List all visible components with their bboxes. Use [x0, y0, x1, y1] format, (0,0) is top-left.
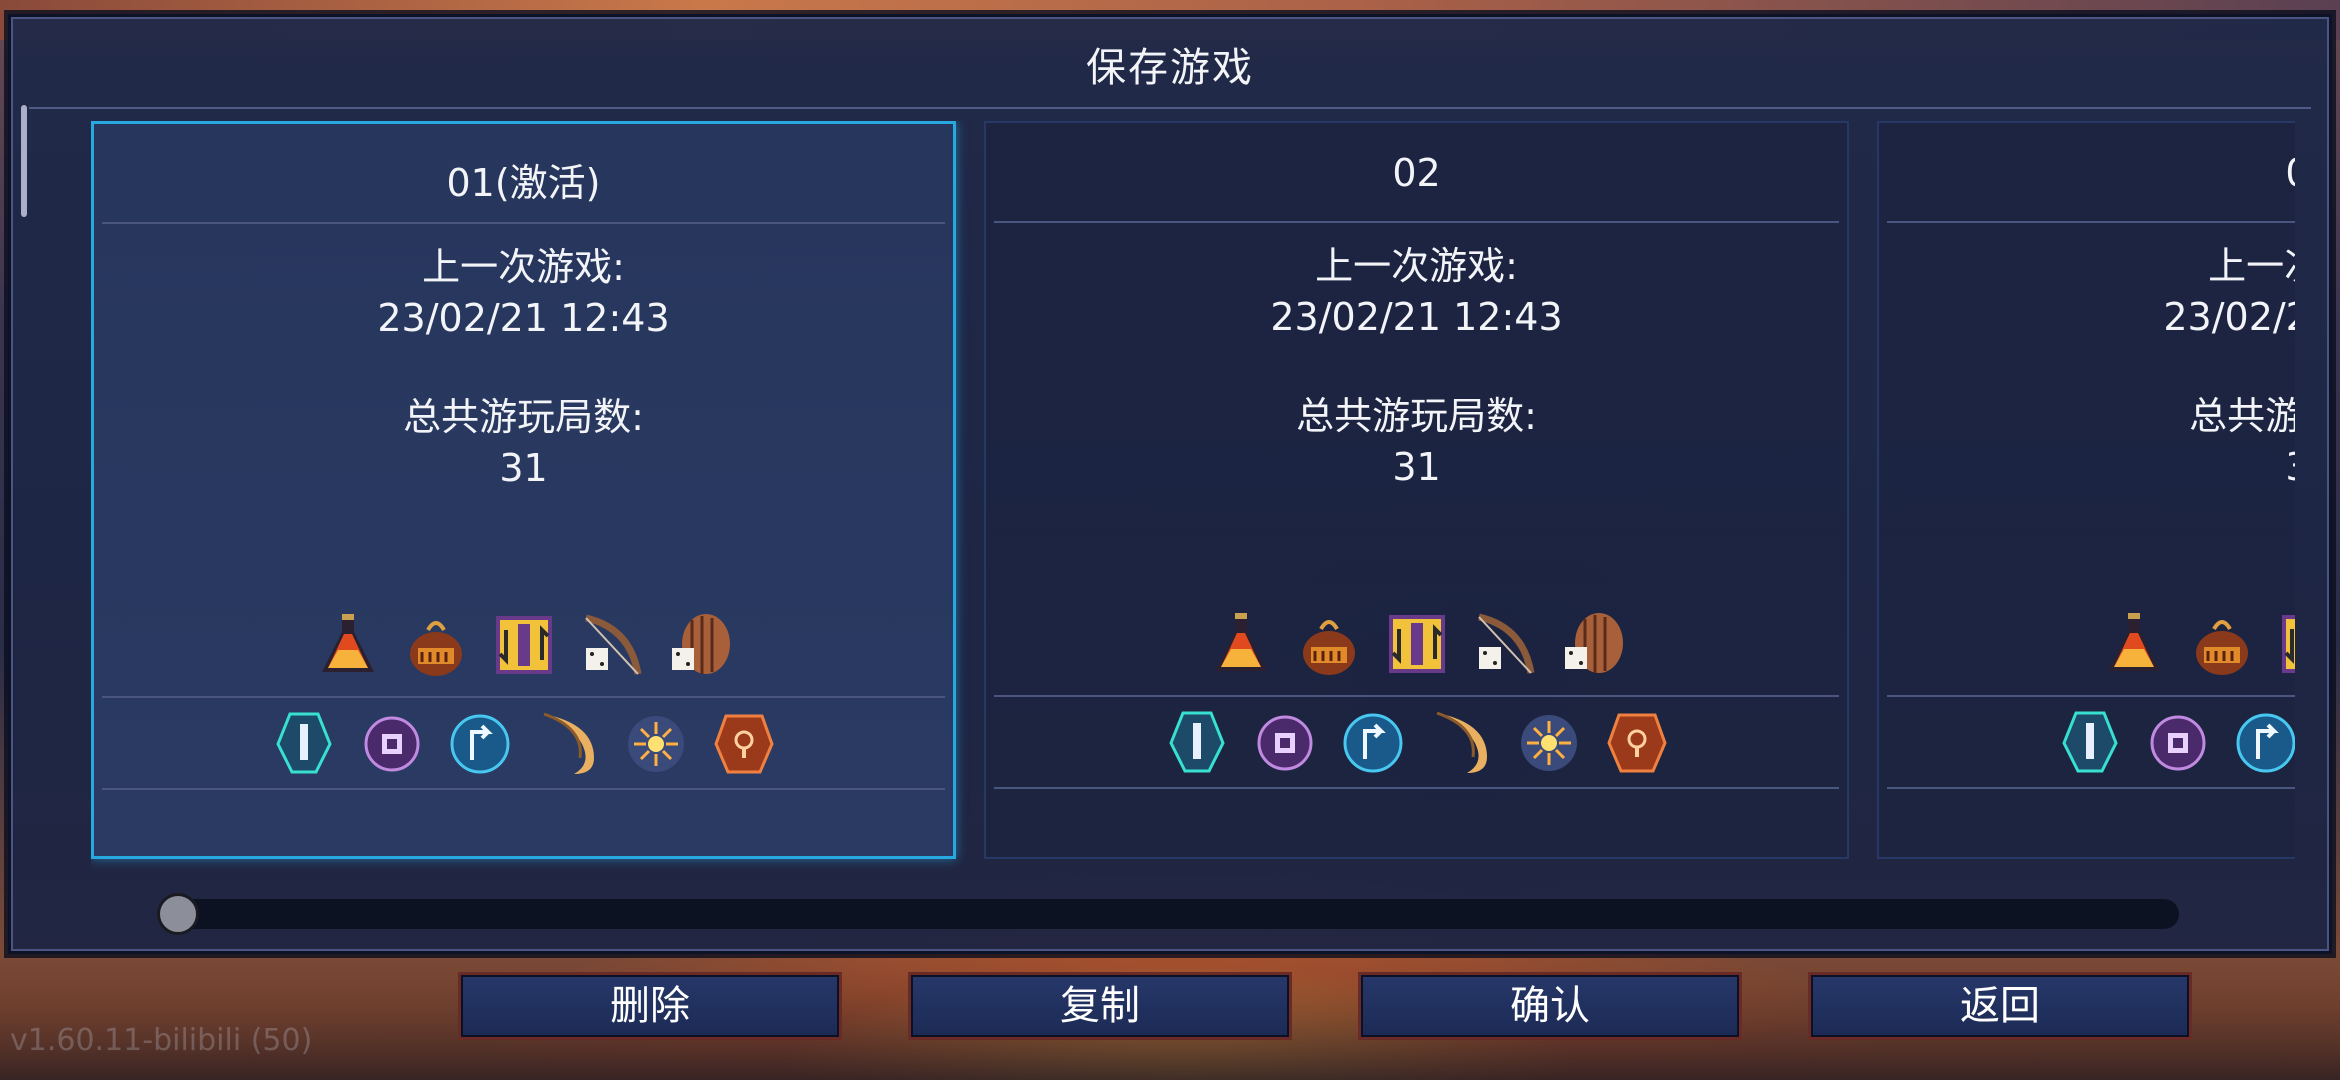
- slot-divider: [994, 695, 1839, 697]
- sun-orb-icon: [627, 716, 684, 772]
- save-game-dialog: 保存游戏 01(激活) 上一次游戏: 23/02/21 12:43 总共游玩局数…: [8, 14, 2332, 954]
- last-played-value: 23/02/21 12:43: [377, 296, 670, 340]
- bag-icon: [1302, 620, 1355, 675]
- purple-rune-icon: [364, 716, 419, 772]
- slot-divider: [1887, 787, 2295, 789]
- dialog-title: 保存游戏: [1086, 45, 1254, 91]
- cyan-rune-icon: [275, 712, 332, 774]
- item-icons-row: [94, 610, 953, 686]
- slot-divider: [102, 222, 945, 224]
- total-runs-value: 31: [1879, 445, 2295, 489]
- flask-icon: [1214, 613, 1267, 671]
- item-icons-row: [986, 609, 1847, 685]
- cyan-rune-icon: [2061, 711, 2118, 773]
- last-played-value: 23/02/21 12:43: [2163, 295, 2295, 339]
- slot-divider: [994, 221, 1839, 223]
- purple-rune-icon: [1257, 715, 1312, 771]
- orange-rune-icon: [713, 714, 774, 774]
- delete-button[interactable]: 删除: [458, 972, 842, 1040]
- item-icons-row: [1879, 609, 2295, 685]
- slot-divider: [1887, 221, 2295, 223]
- swap-icon: [2281, 615, 2295, 673]
- shell-dice-icon: [1564, 613, 1623, 673]
- slot-divider: [1887, 695, 2295, 697]
- slot-scroll-handle[interactable]: [157, 893, 199, 935]
- swap-icon: [1388, 615, 1445, 673]
- total-runs-value: 31: [499, 446, 548, 490]
- slot-name: 03: [1879, 151, 2295, 195]
- save-slots-carousel: 01(激活) 上一次游戏: 23/02/21 12:43 总共游玩局数: 31: [91, 121, 2295, 883]
- purple-rune-icon: [2150, 715, 2205, 771]
- save-slot-03[interactable]: 03 上一次游戏: 23/02/21 12:43 总共游玩局数: 31: [1877, 121, 2295, 859]
- slot-scroll-track[interactable]: [161, 899, 2179, 929]
- blue-rune-icon: [450, 714, 509, 774]
- last-played-value: 23/02/21 12:43: [1270, 295, 1563, 339]
- swap-icon: [495, 616, 552, 674]
- flask-icon: [2107, 613, 2160, 671]
- bag-icon: [2195, 620, 2248, 675]
- total-runs-value: 31: [1392, 445, 1441, 489]
- cyan-rune-icon: [1168, 711, 1225, 773]
- relic-icons-row: [94, 708, 953, 784]
- save-slot-01[interactable]: 01(激活) 上一次游戏: 23/02/21 12:43 总共游玩局数: 31: [91, 121, 956, 859]
- last-played-label: 上一次游戏:: [2208, 244, 2295, 288]
- horn-icon: [543, 712, 594, 774]
- bag-icon: [409, 621, 462, 676]
- left-scrollbar[interactable]: [21, 105, 27, 217]
- last-played-label: 上一次游戏:: [422, 245, 625, 289]
- slot-divider: [102, 788, 945, 790]
- orange-rune-icon: [1606, 713, 1667, 773]
- bow-dice-icon: [584, 614, 641, 675]
- save-slot-02[interactable]: 02 上一次游戏: 23/02/21 12:43 总共游玩局数: 31: [984, 121, 1849, 859]
- back-button[interactable]: 返回: [1808, 972, 2192, 1040]
- flask-icon: [321, 614, 374, 672]
- last-played-label: 上一次游戏:: [1315, 244, 1518, 288]
- version-label: v1.60.11-bilibili (50): [10, 1023, 313, 1058]
- blue-rune-icon: [2236, 713, 2295, 773]
- total-runs-label: 总共游玩局数:: [2189, 394, 2295, 438]
- sun-orb-icon: [1520, 715, 1577, 771]
- relic-icons-row: [986, 707, 1847, 783]
- confirm-button[interactable]: 确认: [1358, 972, 1742, 1040]
- horn-icon: [1436, 711, 1487, 773]
- total-runs-label: 总共游玩局数:: [403, 395, 644, 439]
- blue-rune-icon: [1343, 713, 1402, 773]
- bow-dice-icon: [1477, 613, 1534, 674]
- copy-button[interactable]: 复制: [908, 972, 1292, 1040]
- title-divider: [29, 107, 2311, 109]
- slot-name: 02: [1392, 151, 1441, 195]
- slot-divider: [994, 787, 1839, 789]
- slot-name: 01(激活): [446, 161, 601, 205]
- total-runs-label: 总共游玩局数:: [1296, 394, 1537, 438]
- slot-divider: [102, 696, 945, 698]
- relic-icons-row: [1879, 707, 2295, 783]
- shell-dice-icon: [671, 614, 730, 674]
